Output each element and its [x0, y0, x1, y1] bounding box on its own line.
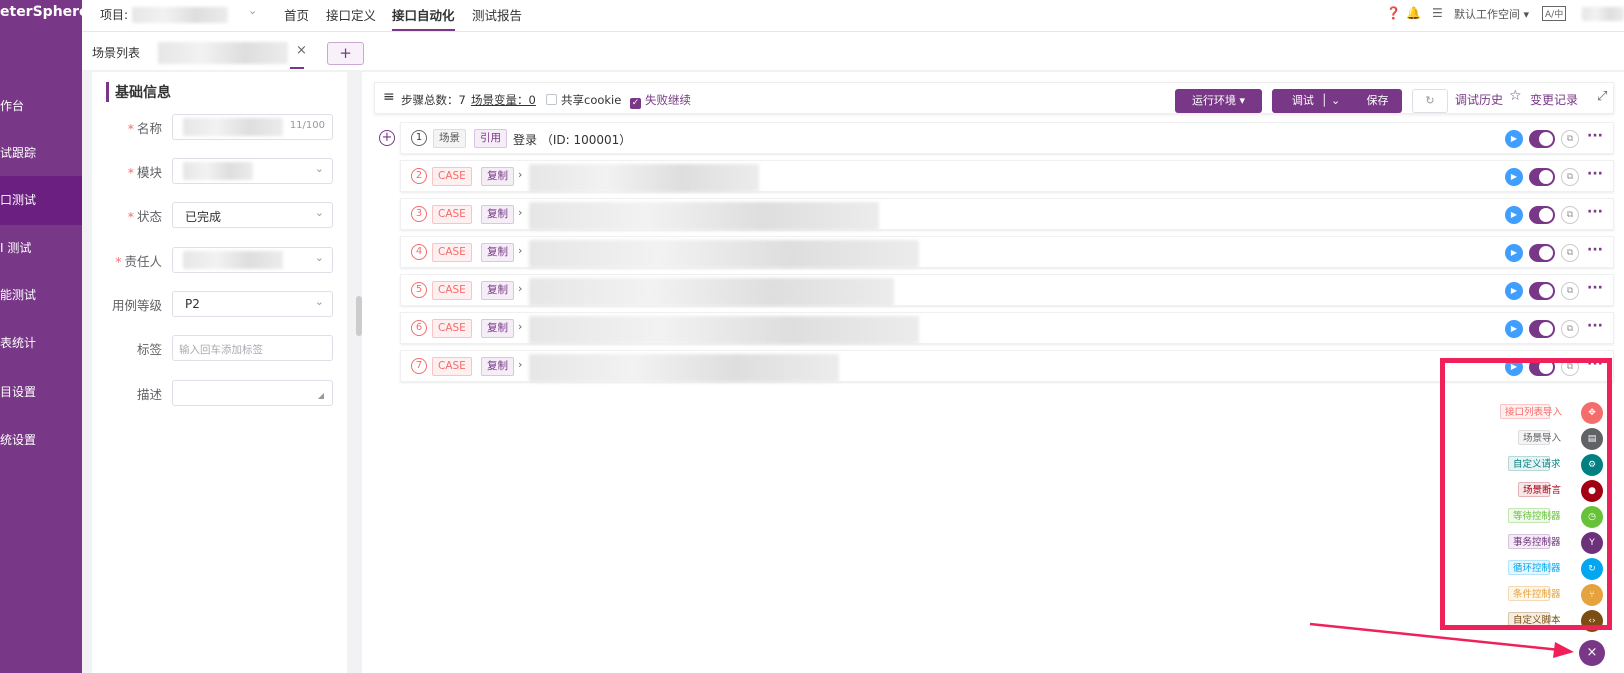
annotation-arrow — [1309, 622, 1574, 658]
close-float-menu-button[interactable]: × — [1579, 640, 1605, 666]
